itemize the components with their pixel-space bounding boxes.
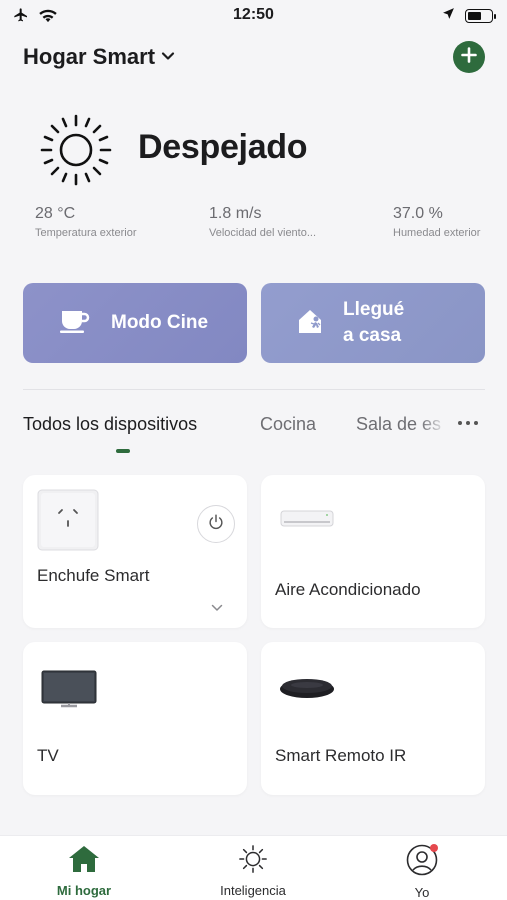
nav-label: Inteligencia xyxy=(220,883,286,898)
device-name: Aire Acondicionado xyxy=(275,580,421,599)
active-tab-indicator xyxy=(116,449,130,453)
scene-label: Modo Cine xyxy=(111,312,209,333)
nav-yo[interactable]: Yo xyxy=(362,844,482,900)
metric-wind: 1.8 m/s Velocidad del viento... xyxy=(209,205,316,239)
weather-condition: Despejado xyxy=(138,128,308,166)
device-card-smart-remoto-ir[interactable]: Smart Remoto IR xyxy=(261,642,485,795)
scene-llegue-a-casa-button[interactable]: Llegué a casa xyxy=(261,283,485,363)
chevron-down-icon xyxy=(161,48,175,66)
metric-label: Humedad exterior xyxy=(393,227,481,239)
device-card-enchufe-smart[interactable]: Enchufe Smart xyxy=(23,475,247,628)
metric-humidity: 37.0 % Humedad exterior xyxy=(393,205,480,239)
metric-value: 28 °C xyxy=(35,205,76,222)
device-name: TV xyxy=(37,746,59,765)
bottom-navigation: Mi hogar Inteligencia Yo xyxy=(0,835,507,900)
tab-fade xyxy=(420,410,454,440)
ir-remote-hub-icon xyxy=(279,676,335,705)
nav-label: Yo xyxy=(414,885,430,900)
device-card-tv[interactable]: TV xyxy=(23,642,247,795)
power-icon xyxy=(207,513,225,536)
status-bar: 12:50 xyxy=(0,0,507,30)
metric-value: 37.0 % xyxy=(393,205,443,222)
tab-todos-los-dispositivos[interactable]: Todos los dispositivos xyxy=(23,414,197,435)
sun-icon xyxy=(237,845,269,878)
device-card-aire-acondicionado[interactable]: Aire Acondicionado xyxy=(261,475,485,628)
metric-label: Velocidad del viento... xyxy=(209,227,317,239)
device-name: Smart Remoto IR xyxy=(275,746,407,765)
status-time: 12:50 xyxy=(233,6,274,23)
notification-badge xyxy=(430,844,438,852)
divider xyxy=(23,389,485,390)
nav-inteligencia[interactable]: Inteligencia xyxy=(193,844,313,898)
power-outlet-icon xyxy=(37,489,99,556)
metric-value: 1.8 m/s xyxy=(209,205,262,222)
tv-icon xyxy=(41,670,97,715)
power-toggle-button[interactable] xyxy=(197,505,235,543)
add-device-button[interactable] xyxy=(453,41,485,73)
weather-sun-icon xyxy=(38,112,114,193)
more-dot xyxy=(474,421,478,425)
scene-modo-cine-button[interactable]: Modo Cine xyxy=(23,283,247,363)
tab-cocina[interactable]: Cocina xyxy=(260,414,316,435)
home-icon xyxy=(67,846,101,878)
metric-temperature: 28 °C Temperatura exterior xyxy=(35,205,137,239)
home-name: Hogar Smart xyxy=(23,44,156,69)
device-name: Enchufe Smart xyxy=(37,566,150,585)
scene-label: Llegué a casa xyxy=(343,297,404,349)
plus-icon xyxy=(461,46,477,68)
scene-label-line2: a casa xyxy=(343,325,402,346)
scene-label-line1: Llegué xyxy=(343,299,405,320)
more-tabs-button[interactable] xyxy=(458,421,478,425)
more-dot xyxy=(458,421,462,425)
nav-mi-hogar[interactable]: Mi hogar xyxy=(24,844,144,898)
battery-icon xyxy=(465,9,496,23)
nav-label: Mi hogar xyxy=(56,883,112,898)
home-person-icon xyxy=(297,307,327,340)
metric-label: Temperatura exterior xyxy=(35,227,137,239)
more-dot xyxy=(466,421,470,425)
location-arrow-icon xyxy=(442,7,455,25)
home-selector[interactable]: Hogar Smart xyxy=(23,44,175,70)
battery-fill xyxy=(468,12,481,20)
air-conditioner-icon xyxy=(280,510,334,533)
coffee-cup-icon xyxy=(59,308,91,339)
chevron-down-icon[interactable] xyxy=(211,599,223,617)
